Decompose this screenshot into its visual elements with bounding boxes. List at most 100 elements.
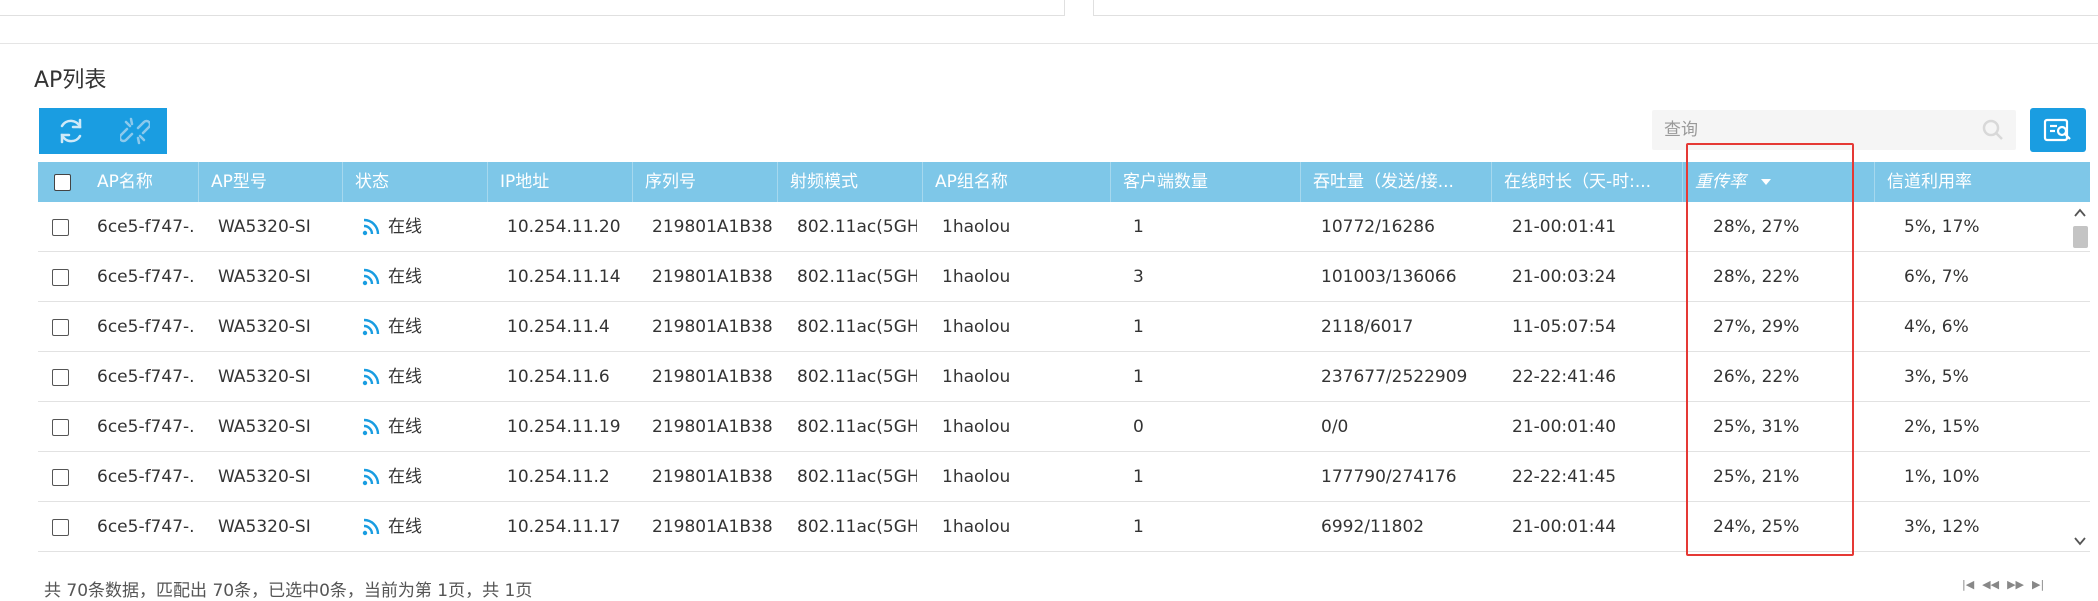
row-checkbox[interactable] bbox=[52, 219, 69, 236]
cell-status: 在线 bbox=[362, 202, 482, 252]
unlink-icon bbox=[120, 117, 150, 145]
scroll-thumb[interactable] bbox=[2073, 226, 2088, 248]
status-text: 在线 bbox=[388, 367, 422, 387]
cell-uptime: 21-00:01:40 bbox=[1512, 417, 1617, 437]
row-checkbox[interactable] bbox=[52, 419, 69, 436]
cell-throughput: 6992/11802 bbox=[1321, 517, 1425, 537]
cell-status: 在线 bbox=[362, 352, 482, 402]
col-status[interactable]: 状态 bbox=[342, 162, 482, 202]
col-uptime[interactable]: 在线时长（天-时:... bbox=[1491, 162, 1681, 202]
scrollbar[interactable] bbox=[2070, 204, 2090, 554]
table-row[interactable]: 6ce5-f747-... WA5320-SI 在线 10.254.11.6 21980… bbox=[38, 352, 2090, 402]
table-row[interactable]: 6ce5-f747-... WA5320-SI 在线 10.254.11.17 2198… bbox=[38, 502, 2090, 552]
col-retransmission-rate-label: 重传率 bbox=[1695, 172, 1746, 192]
cell-client-count: 1 bbox=[1133, 367, 1144, 387]
col-ap-group[interactable]: AP组名称 bbox=[922, 162, 1102, 202]
cell-ip: 10.254.11.19 bbox=[507, 417, 621, 437]
select-all-checkbox[interactable] bbox=[54, 174, 71, 191]
first-page-button[interactable]: |◀ bbox=[1962, 578, 1974, 591]
status-text: 在线 bbox=[388, 317, 422, 337]
wifi-signal-icon bbox=[362, 318, 380, 336]
scroll-up-icon[interactable] bbox=[2074, 208, 2086, 218]
status-text: 在线 bbox=[388, 467, 422, 487]
cell-ap-name: 6ce5-f747-... bbox=[97, 417, 193, 437]
search-input[interactable] bbox=[1652, 110, 1962, 150]
cell-ap-group: 1haolou bbox=[942, 467, 1011, 487]
cell-ap-group: 1haolou bbox=[942, 367, 1011, 387]
cell-status: 在线 bbox=[362, 502, 482, 552]
col-serial[interactable]: 序列号 bbox=[632, 162, 772, 202]
cell-radio-mode: 802.11ac(5GH... bbox=[797, 317, 917, 337]
cell-channel-utilization: 3%, 12% bbox=[1904, 517, 1980, 537]
scroll-down-icon[interactable] bbox=[2074, 536, 2086, 546]
cell-client-count: 1 bbox=[1133, 217, 1144, 237]
ap-table: AP名称 AP型号 状态 IP地址 序列号 射频模式 AP组名称 客户端数量 吞… bbox=[38, 162, 2090, 552]
cell-ip: 10.254.11.4 bbox=[507, 317, 610, 337]
cell-ip: 10.254.11.2 bbox=[507, 467, 610, 487]
table-row[interactable]: 6ce5-f747-... WA5320-SI 在线 10.254.11.20 2198… bbox=[38, 202, 2090, 252]
cell-radio-mode: 802.11ac(5GH... bbox=[797, 267, 917, 287]
col-throughput[interactable]: 吞吐量（发送/接... bbox=[1300, 162, 1490, 202]
unlink-button[interactable] bbox=[103, 108, 167, 154]
cell-radio-mode: 802.11ac(5GH... bbox=[797, 517, 917, 537]
cell-ap-name: 6ce5-f747-... bbox=[97, 367, 193, 387]
search-icon[interactable] bbox=[1982, 119, 2004, 141]
cell-radio-mode: 802.11ac(5GH... bbox=[797, 217, 917, 237]
cell-serial: 219801A1B38... bbox=[652, 317, 772, 337]
cell-serial: 219801A1B38... bbox=[652, 217, 772, 237]
cell-ap-model: WA5320-SI bbox=[218, 317, 311, 337]
cell-radio-mode: 802.11ac(5GH... bbox=[797, 467, 917, 487]
row-checkbox[interactable] bbox=[52, 269, 69, 286]
cell-throughput: 10772/16286 bbox=[1321, 217, 1435, 237]
cell-retransmission-rate: 24%, 25% bbox=[1713, 517, 1800, 537]
cell-serial: 219801A1B38... bbox=[652, 517, 772, 537]
row-checkbox[interactable] bbox=[52, 369, 69, 386]
col-channel-utilization[interactable]: 信道利用率 bbox=[1874, 162, 2074, 202]
prev-page-button[interactable]: ◀◀ bbox=[1982, 578, 1999, 591]
table-row[interactable]: 6ce5-f747-... WA5320-SI 在线 10.254.11.2 21980… bbox=[38, 452, 2090, 502]
cell-client-count: 1 bbox=[1133, 517, 1144, 537]
cell-radio-mode: 802.11ac(5GH... bbox=[797, 367, 917, 387]
next-page-button[interactable]: ▶▶ bbox=[2007, 578, 2024, 591]
wifi-signal-icon bbox=[362, 268, 380, 286]
col-ap-model[interactable]: AP型号 bbox=[198, 162, 338, 202]
status-text: 在线 bbox=[388, 267, 422, 287]
advanced-search-button[interactable] bbox=[2030, 108, 2086, 152]
table-row[interactable]: 6ce5-f747-... WA5320-SI 在线 10.254.11.4 21980… bbox=[38, 302, 2090, 352]
row-checkbox[interactable] bbox=[52, 319, 69, 336]
table-row[interactable]: 6ce5-f747-... WA5320-SI 在线 10.254.11.19 2198… bbox=[38, 402, 2090, 452]
col-retransmission-rate[interactable]: 重传率 bbox=[1682, 162, 1872, 202]
cell-uptime: 22-22:41:45 bbox=[1512, 467, 1617, 487]
row-checkbox[interactable] bbox=[52, 519, 69, 536]
cell-uptime: 21-00:03:24 bbox=[1512, 267, 1617, 287]
status-text: 在线 bbox=[388, 517, 422, 537]
cell-ap-name: 6ce5-f747-... bbox=[97, 267, 193, 287]
last-page-button[interactable]: ▶| bbox=[2032, 578, 2044, 591]
cell-channel-utilization: 2%, 15% bbox=[1904, 417, 1980, 437]
col-ap-name[interactable]: AP名称 bbox=[97, 162, 207, 202]
status-text: 在线 bbox=[388, 417, 422, 437]
cell-serial: 219801A1B38... bbox=[652, 417, 772, 437]
cell-retransmission-rate: 28%, 27% bbox=[1713, 217, 1800, 237]
cell-status: 在线 bbox=[362, 252, 482, 302]
cell-client-count: 3 bbox=[1133, 267, 1144, 287]
status-text: 在线 bbox=[388, 217, 422, 237]
table-row[interactable]: 6ce5-f747-... WA5320-SI 在线 10.254.11.14 2198… bbox=[38, 252, 2090, 302]
refresh-button[interactable] bbox=[39, 108, 103, 154]
cell-throughput: 101003/136066 bbox=[1321, 267, 1457, 287]
cell-throughput: 2118/6017 bbox=[1321, 317, 1414, 337]
col-client-count[interactable]: 客户端数量 bbox=[1110, 162, 1295, 202]
sort-desc-icon bbox=[1761, 179, 1772, 185]
top-panel-left bbox=[0, 0, 1065, 16]
cell-status: 在线 bbox=[362, 302, 482, 352]
cell-serial: 219801A1B38... bbox=[652, 367, 772, 387]
filter-search-icon bbox=[2043, 118, 2071, 142]
row-checkbox[interactable] bbox=[52, 469, 69, 486]
cell-ap-group: 1haolou bbox=[942, 317, 1011, 337]
wifi-signal-icon bbox=[362, 218, 380, 236]
col-ip[interactable]: IP地址 bbox=[487, 162, 627, 202]
section-title: AP列表 bbox=[34, 68, 107, 93]
col-radio-mode[interactable]: 射频模式 bbox=[777, 162, 917, 202]
cell-retransmission-rate: 27%, 29% bbox=[1713, 317, 1800, 337]
cell-ap-name: 6ce5-f747-... bbox=[97, 217, 193, 237]
